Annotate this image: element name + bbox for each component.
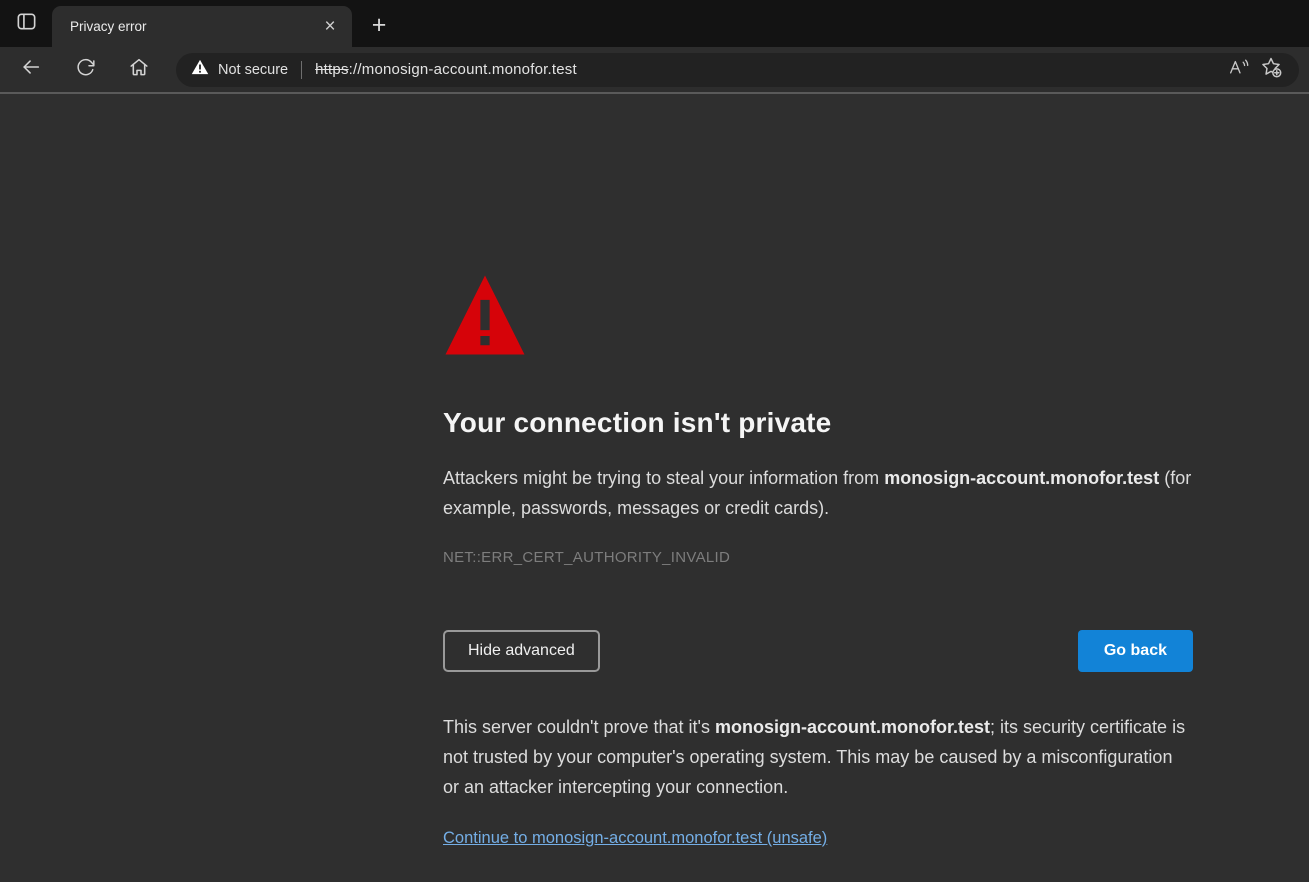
address-bar-divider xyxy=(301,61,302,79)
home-icon xyxy=(128,56,150,83)
address-bar[interactable]: Not secure https://monosign-account.mono… xyxy=(176,53,1299,87)
tab-close-icon[interactable]: × xyxy=(318,15,342,39)
privacy-error-page: Your connection isn't private Attackers … xyxy=(0,94,1309,882)
advanced-text-prefix: This server couldn't prove that it's xyxy=(443,717,715,737)
refresh-button[interactable] xyxy=(62,53,108,87)
error-content: Your connection isn't private Attackers … xyxy=(443,273,1193,848)
site-security-chip[interactable]: Not secure xyxy=(191,59,288,80)
page-title: Your connection isn't private xyxy=(443,407,1193,439)
red-warning-triangle-icon xyxy=(443,273,1193,357)
not-secure-warning-icon xyxy=(191,59,209,80)
favorite-star-plus-icon xyxy=(1260,56,1282,83)
tab-title: Privacy error xyxy=(70,19,318,34)
add-favorite-button[interactable] xyxy=(1255,55,1287,85)
advanced-text-domain: monosign-account.monofor.test xyxy=(715,717,990,737)
continue-unsafe-link[interactable]: Continue to monosign-account.monofor.tes… xyxy=(443,829,827,848)
go-back-button[interactable]: Go back xyxy=(1078,630,1193,672)
tab-actions-menu-button[interactable] xyxy=(0,0,52,47)
error-code: NET::ERR_CERT_AUTHORITY_INVALID xyxy=(443,549,1193,566)
url-text[interactable]: https://monosign-account.monofor.test xyxy=(315,61,577,78)
warning-text-domain: monosign-account.monofor.test xyxy=(884,468,1159,488)
attack-warning-text: Attackers might be trying to steal your … xyxy=(443,463,1193,523)
navigation-bar: Not secure https://monosign-account.mono… xyxy=(0,47,1309,92)
home-button[interactable] xyxy=(116,53,162,87)
tab-actions-icon xyxy=(15,10,38,38)
warning-text-prefix: Attackers might be trying to steal your … xyxy=(443,468,884,488)
read-aloud-button[interactable] xyxy=(1223,55,1255,85)
action-button-row: Hide advanced Go back xyxy=(443,630,1193,672)
back-arrow-icon xyxy=(20,56,42,83)
advanced-section: This server couldn't prove that it's mon… xyxy=(443,712,1193,848)
security-status-label: Not secure xyxy=(218,62,288,78)
refresh-icon xyxy=(75,57,96,83)
hide-advanced-button[interactable]: Hide advanced xyxy=(443,630,600,672)
browser-tab-privacy-error[interactable]: Privacy error × xyxy=(52,6,352,47)
back-button[interactable] xyxy=(8,53,54,87)
tab-strip: Privacy error × + xyxy=(0,0,1309,47)
new-tab-button[interactable]: + xyxy=(363,9,395,41)
url-host: ://monosign-account.monofor.test xyxy=(349,61,577,78)
advanced-detail-text: This server couldn't prove that it's mon… xyxy=(443,712,1193,802)
url-scheme-struck: https xyxy=(315,61,349,78)
read-aloud-icon xyxy=(1227,57,1251,82)
